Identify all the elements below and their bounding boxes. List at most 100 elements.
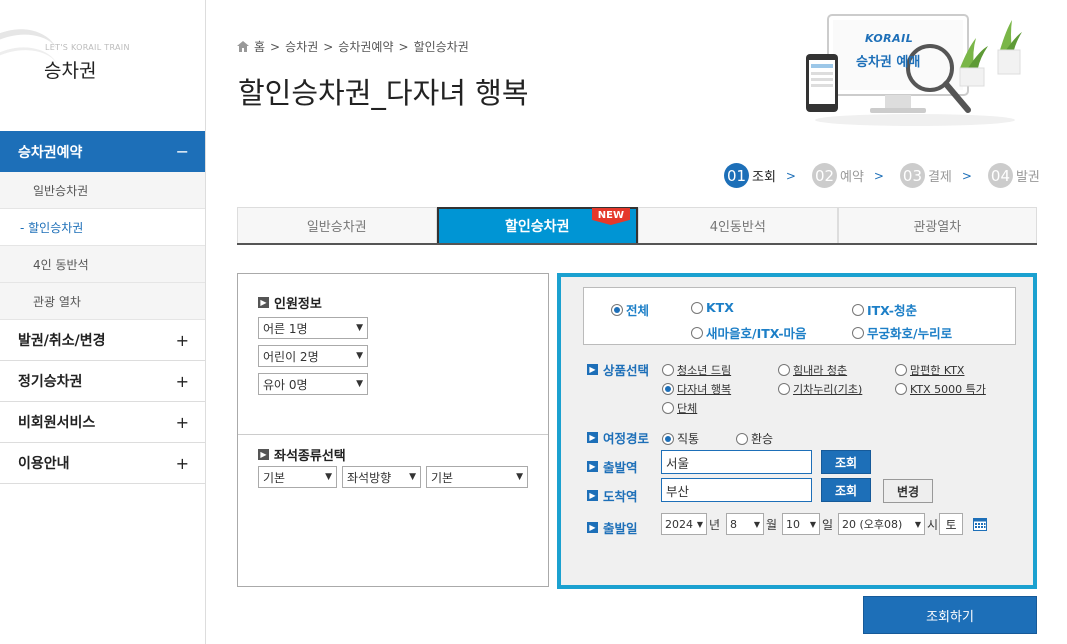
radio-unselected bbox=[778, 364, 790, 376]
route-radio-transfer[interactable]: 환승 bbox=[736, 430, 773, 447]
breadcrumb-ticket[interactable]: 승차권 bbox=[285, 38, 318, 55]
seat-direction-select[interactable]: 좌석방향 ▼ bbox=[342, 466, 421, 488]
step-issue: 04 발권 bbox=[987, 163, 1040, 188]
radio-unselected bbox=[778, 383, 790, 395]
radio-unselected bbox=[852, 303, 864, 316]
chevron-right-icon: > bbox=[873, 168, 884, 183]
expand-icon: + bbox=[175, 330, 189, 350]
tab-label: 할인승차권 bbox=[505, 219, 570, 235]
train-radio-mugunghwa[interactable]: 무궁화호/누리로 bbox=[852, 323, 952, 342]
month-select[interactable]: 8 ▼ bbox=[726, 513, 764, 535]
train-radio-itx-cheongchun[interactable]: ITX-청춘 bbox=[852, 300, 917, 319]
calendar-icon[interactable] bbox=[973, 517, 987, 531]
sidebar: LET'S KORAIL TRAIN 승차권 승차권예약 − 일반승차권 - 할… bbox=[0, 0, 206, 644]
product-label: ▶ 상품선택 bbox=[587, 360, 649, 379]
breadcrumb-home[interactable]: 홈 bbox=[254, 38, 265, 55]
sidebar-item-label: 정기승차권 bbox=[18, 374, 83, 390]
product-radio-multi-child[interactable]: 다자녀 행복 bbox=[662, 381, 731, 397]
step-payment: 03 결제 > bbox=[899, 163, 972, 188]
breadcrumb-separator: > bbox=[270, 39, 281, 54]
date-label: ▶ 출발일 bbox=[587, 518, 638, 537]
radio-label: 환승 bbox=[751, 432, 774, 446]
radio-unselected bbox=[736, 432, 748, 445]
field-label: 출발역 bbox=[603, 460, 638, 475]
search-submit-button[interactable]: 조회하기 bbox=[863, 596, 1037, 634]
passenger-section-title: ▶ 인원정보 bbox=[258, 293, 322, 312]
adult-count-select[interactable]: 어른 1명 ▼ bbox=[258, 317, 368, 339]
chevron-down-icon: ▼ bbox=[356, 351, 363, 361]
chevron-down-icon: ▼ bbox=[696, 519, 703, 529]
divider bbox=[238, 434, 548, 435]
month-unit: 월 bbox=[766, 518, 778, 532]
collapse-icon: − bbox=[175, 142, 189, 161]
korail-logo: KORAIL bbox=[865, 32, 914, 45]
radio-label: 무궁화호/누리로 bbox=[867, 326, 953, 341]
sidebar-subitem-family-seat[interactable]: 4인 동반석 bbox=[0, 246, 205, 283]
sidebar-item-label: 발권/취소/변경 bbox=[18, 333, 106, 349]
step-search: 01 조회 > bbox=[724, 163, 796, 188]
sidebar-item-issue-cancel[interactable]: 발권/취소/변경 + bbox=[0, 320, 205, 361]
weekday-display: 토 bbox=[939, 513, 963, 535]
hour-select[interactable]: 20 (오후08) ▼ bbox=[838, 513, 925, 535]
product-radio-group[interactable]: 단체 bbox=[662, 400, 697, 416]
radio-unselected bbox=[895, 383, 907, 395]
product-radio-cheer-youth[interactable]: 힘내라 청춘 bbox=[778, 362, 847, 378]
tab-discount[interactable]: 할인승차권 NEW bbox=[436, 207, 638, 243]
day-select[interactable]: 10 ▼ bbox=[782, 513, 820, 535]
sidebar-subitem-tour-train[interactable]: 관광 열차 bbox=[0, 283, 205, 320]
seat-position-select[interactable]: 기본 ▼ bbox=[426, 466, 528, 488]
breadcrumb-separator: > bbox=[323, 39, 334, 54]
train-radio-saemaeul[interactable]: 새마을호/ITX-마음 bbox=[691, 323, 807, 342]
child-count-select[interactable]: 어린이 2명 ▼ bbox=[258, 345, 368, 367]
departure-search-button[interactable]: 조회 bbox=[821, 450, 871, 474]
product-radio-ktx-5000[interactable]: KTX 5000 특가 bbox=[895, 381, 986, 397]
sidebar-item-label: 승차권예약 bbox=[18, 144, 83, 161]
seat-section-title: ▶ 좌석종류선택 bbox=[258, 445, 346, 464]
infant-count-select[interactable]: 유아 0명 ▼ bbox=[258, 373, 368, 395]
tab-family-seat[interactable]: 4인동반석 bbox=[638, 207, 838, 243]
seat-type-select[interactable]: 기본 ▼ bbox=[258, 466, 337, 488]
search-panel: 전체 KTX ITX-청춘 새마을호/ITX-마음 무궁화호/누리로 ▶ 상품선택… bbox=[557, 273, 1037, 589]
route-label: ▶ 여정경로 bbox=[587, 428, 649, 447]
radio-label: 다자녀 행복 bbox=[677, 383, 732, 396]
chevron-right-icon: > bbox=[785, 168, 796, 183]
sidebar-item-nonmember[interactable]: 비회원서비스 + bbox=[0, 402, 205, 443]
step-number: 02 bbox=[811, 163, 837, 188]
breadcrumb-reservation[interactable]: 승차권예약 bbox=[338, 38, 393, 55]
route-radio-direct[interactable]: 직통 bbox=[662, 430, 699, 447]
illustration-text: 승차권 예매 bbox=[856, 55, 921, 70]
product-radio-comfy-ktx[interactable]: 맘편한 KTX bbox=[895, 362, 964, 378]
field-label: 상품선택 bbox=[603, 363, 650, 378]
tab-tour-train[interactable]: 관광열차 bbox=[837, 207, 1037, 243]
radio-label: 맘편한 KTX bbox=[910, 364, 965, 377]
radio-unselected bbox=[691, 326, 703, 339]
tab-general[interactable]: 일반승차권 bbox=[237, 207, 437, 243]
train-radio-all[interactable]: 전체 bbox=[611, 300, 649, 319]
home-icon[interactable] bbox=[237, 41, 249, 52]
train-radio-ktx[interactable]: KTX bbox=[691, 300, 734, 315]
chevron-down-icon: ▼ bbox=[753, 519, 760, 529]
sidebar-subitem-discount[interactable]: - 할인승차권 bbox=[0, 209, 205, 246]
breadcrumb: 홈 > 승차권 > 승차권예약 > 할인승차권 bbox=[237, 38, 469, 55]
sidebar-item-guide[interactable]: 이용안내 + bbox=[0, 443, 205, 484]
step-number: 01 bbox=[724, 163, 749, 188]
departure-station-input[interactable]: 서울 bbox=[661, 450, 812, 474]
radio-label: KTX bbox=[706, 300, 734, 315]
sidebar-item-season-ticket[interactable]: 정기승차권 + bbox=[0, 361, 205, 402]
arrival-label: ▶ 도착역 bbox=[587, 486, 638, 505]
product-radio-youth-dream[interactable]: 청소년 드림 bbox=[662, 362, 731, 378]
sidebar-item-ticket-reservation[interactable]: 승차권예약 − bbox=[0, 131, 205, 172]
chevron-down-icon: ▼ bbox=[409, 472, 416, 482]
train-type-box: 전체 KTX ITX-청춘 새마을호/ITX-마음 무궁화호/누리로 bbox=[583, 287, 1016, 345]
year-select[interactable]: 2024 ▼ bbox=[661, 513, 707, 535]
arrow-right-icon: ▶ bbox=[258, 297, 269, 308]
select-value: 어린이 2명 bbox=[263, 349, 319, 364]
arrival-search-button[interactable]: 조회 bbox=[821, 478, 871, 502]
swap-stations-button[interactable]: 변경 bbox=[883, 479, 933, 503]
select-value: 2024 bbox=[665, 517, 693, 531]
arrival-station-input[interactable]: 부산 bbox=[661, 478, 812, 502]
product-radio-gichanuri[interactable]: 기차누리(기초) bbox=[778, 381, 862, 397]
chevron-down-icon: ▼ bbox=[356, 379, 363, 389]
sidebar-subitem-general[interactable]: 일반승차권 bbox=[0, 172, 205, 209]
radio-selected bbox=[662, 432, 674, 445]
